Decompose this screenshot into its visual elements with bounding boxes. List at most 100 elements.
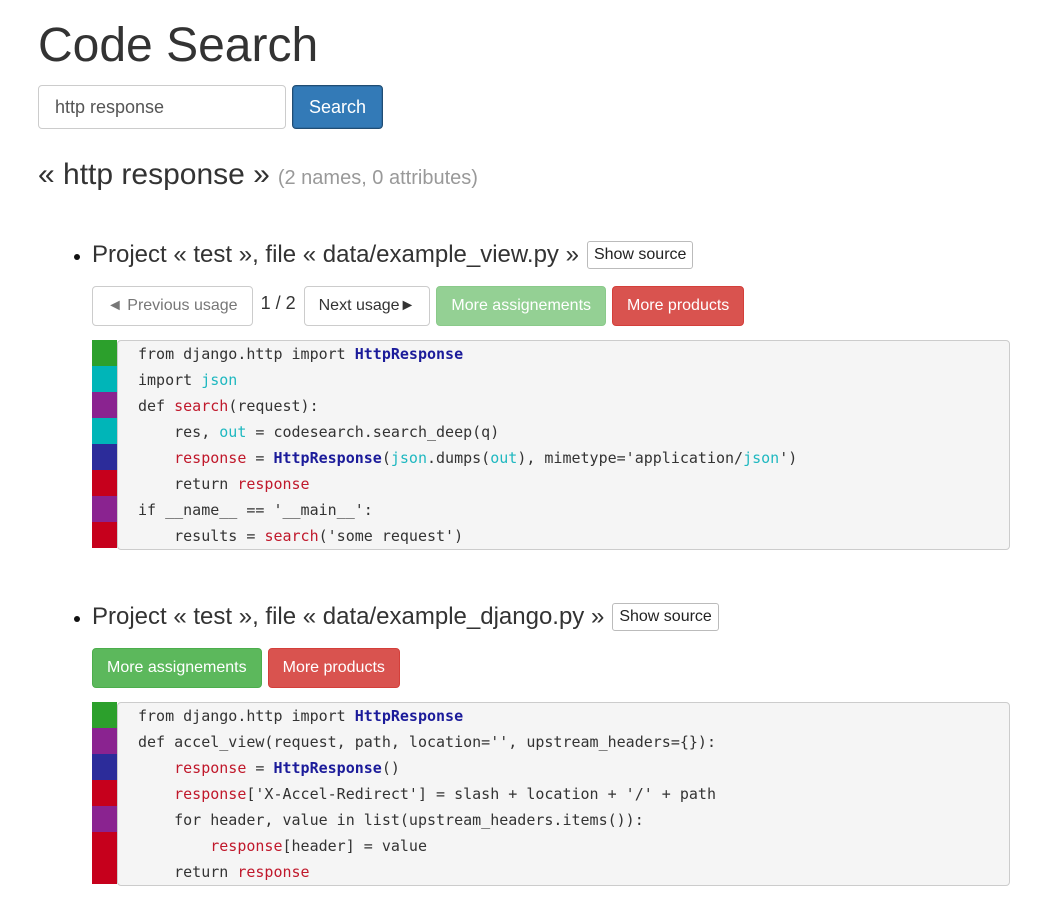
code-search-page: Code Search Search « http response » (2 … (0, 0, 1060, 886)
code-token: HttpResponse (354, 345, 464, 363)
code-token: HttpResponse (273, 759, 382, 777)
code-token: HttpResponse (273, 449, 382, 467)
file-title-row: Project « test », file « data/example_dj… (92, 600, 1060, 634)
code-token: response (174, 785, 247, 803)
code-token: response (237, 863, 310, 881)
gutter-mark-purple (92, 728, 117, 754)
gutter-mark-purple (92, 806, 117, 832)
more-assignements-button[interactable]: More assignements (436, 286, 607, 326)
code-token: from django.http import (138, 345, 355, 363)
previous-usage-button[interactable]: ◄ Previous usage (92, 286, 253, 326)
code-token: ( (381, 449, 391, 467)
usage-pager-count: 1 / 2 (260, 293, 296, 313)
code-line: response[header] = value (138, 833, 1009, 859)
gutter-mark-purple (92, 392, 117, 418)
code-line: if __name__ == '__main__': (138, 497, 1009, 523)
code-token: response (237, 475, 310, 493)
code-token: json (743, 449, 780, 467)
code-token: response (174, 759, 247, 777)
code-line: return response (138, 471, 1009, 497)
code-token: results = (138, 527, 265, 545)
gutter-mark-red (92, 858, 117, 884)
code-token: json (390, 449, 427, 467)
results-summary: (2 names, 0 attributes) (277, 167, 478, 189)
code-token: .dumps( (427, 449, 491, 467)
list-item: Project « test », file « data/example_dj… (92, 550, 1060, 886)
code-line: def accel_view(request, path, location='… (138, 729, 1009, 755)
gutter-mark-red (92, 470, 117, 496)
result-list: Project « test », file « data/example_vi… (38, 194, 1060, 886)
usage-nav: ◄ Previous usage 1 / 2 Next usage► More … (92, 286, 1060, 326)
show-source-button[interactable]: Show source (586, 241, 694, 269)
usage-gutter (92, 702, 117, 886)
code-token: ), mimetype='application/ (517, 449, 744, 467)
gutter-mark-red (92, 780, 117, 806)
code-token: = (246, 449, 274, 467)
code-token: from django.http import (138, 707, 355, 725)
gutter-mark-purple (92, 496, 117, 522)
code-line: res, out = codesearch.search_deep(q) (138, 419, 1009, 445)
code-token: HttpResponse (354, 707, 464, 725)
code-token: [header] = value (282, 837, 428, 855)
gutter-mark-cyan (92, 418, 117, 444)
code-token: (request): (228, 397, 319, 415)
code-lines: from django.http import HttpResponse def … (117, 702, 1010, 886)
more-products-button[interactable]: More products (612, 286, 745, 326)
gutter-mark-green (92, 702, 117, 728)
code-line: return response (138, 859, 1009, 885)
code-token: res, (138, 423, 220, 441)
code-token: def (138, 397, 175, 415)
more-assignements-button[interactable]: More assignements (92, 648, 262, 688)
results-heading: « http response » (2 names, 0 attributes… (38, 158, 1060, 194)
file-title: Project « test », file « data/example_dj… (92, 603, 605, 630)
code-token: search (174, 397, 229, 415)
code-token: = codesearch.search_deep(q) (246, 423, 500, 441)
gutter-mark-red (92, 522, 117, 548)
code-line: from django.http import HttpResponse (138, 341, 1009, 367)
code-token: () (381, 759, 400, 777)
search-button[interactable]: Search (292, 85, 384, 129)
code-token: return (138, 863, 238, 881)
code-token: ') (779, 449, 798, 467)
code-token: search (264, 527, 319, 545)
code-line: results = search('some request') (138, 523, 1009, 549)
list-item: Project « test », file « data/example_vi… (92, 194, 1060, 550)
code-lines: from django.http import HttpResponse impo… (117, 340, 1010, 550)
code-line: import json (138, 367, 1009, 393)
gutter-mark-cyan (92, 366, 117, 392)
gutter-mark-navy (92, 444, 117, 470)
code-token: for header, value in list(upstream_heade… (138, 811, 644, 829)
show-source-button[interactable]: Show source (612, 603, 719, 631)
code-token: = (246, 759, 274, 777)
code-token: response (174, 449, 247, 467)
code-line: from django.http import HttpResponse (138, 703, 1009, 729)
file-title: Project « test », file « data/example_vi… (92, 241, 579, 268)
code-token: import (138, 371, 202, 389)
code-snippet: from django.http import HttpResponse def … (92, 702, 1010, 886)
results-query: « http response » (38, 158, 270, 191)
code-line: for header, value in list(upstream_heade… (138, 807, 1009, 833)
gutter-mark-green (92, 340, 117, 366)
code-line: def search(request): (138, 393, 1009, 419)
code-token: def accel_view(request, path, location='… (138, 733, 716, 751)
code-token: out (219, 423, 247, 441)
gutter-mark-red (92, 832, 117, 858)
code-token: ('some request') (318, 527, 464, 545)
code-token: out (490, 449, 518, 467)
code-snippet: from django.http import HttpResponse impo… (92, 340, 1010, 550)
code-token: json (201, 371, 238, 389)
usage-gutter (92, 340, 117, 550)
search-input[interactable] (38, 85, 286, 129)
usage-nav: More assignements More products (92, 648, 1060, 688)
page-title: Code Search (38, 19, 319, 72)
code-token: ['X-Accel-Redirect'] = slash + location … (246, 785, 716, 803)
code-token: response (210, 837, 283, 855)
code-token: if __name__ == '__main__': (138, 501, 373, 519)
more-products-button[interactable]: More products (267, 648, 400, 688)
next-usage-button[interactable]: Next usage► (303, 286, 431, 326)
code-line: response = HttpResponse() (138, 755, 1009, 781)
code-line: response['X-Accel-Redirect'] = slash + l… (138, 781, 1009, 807)
